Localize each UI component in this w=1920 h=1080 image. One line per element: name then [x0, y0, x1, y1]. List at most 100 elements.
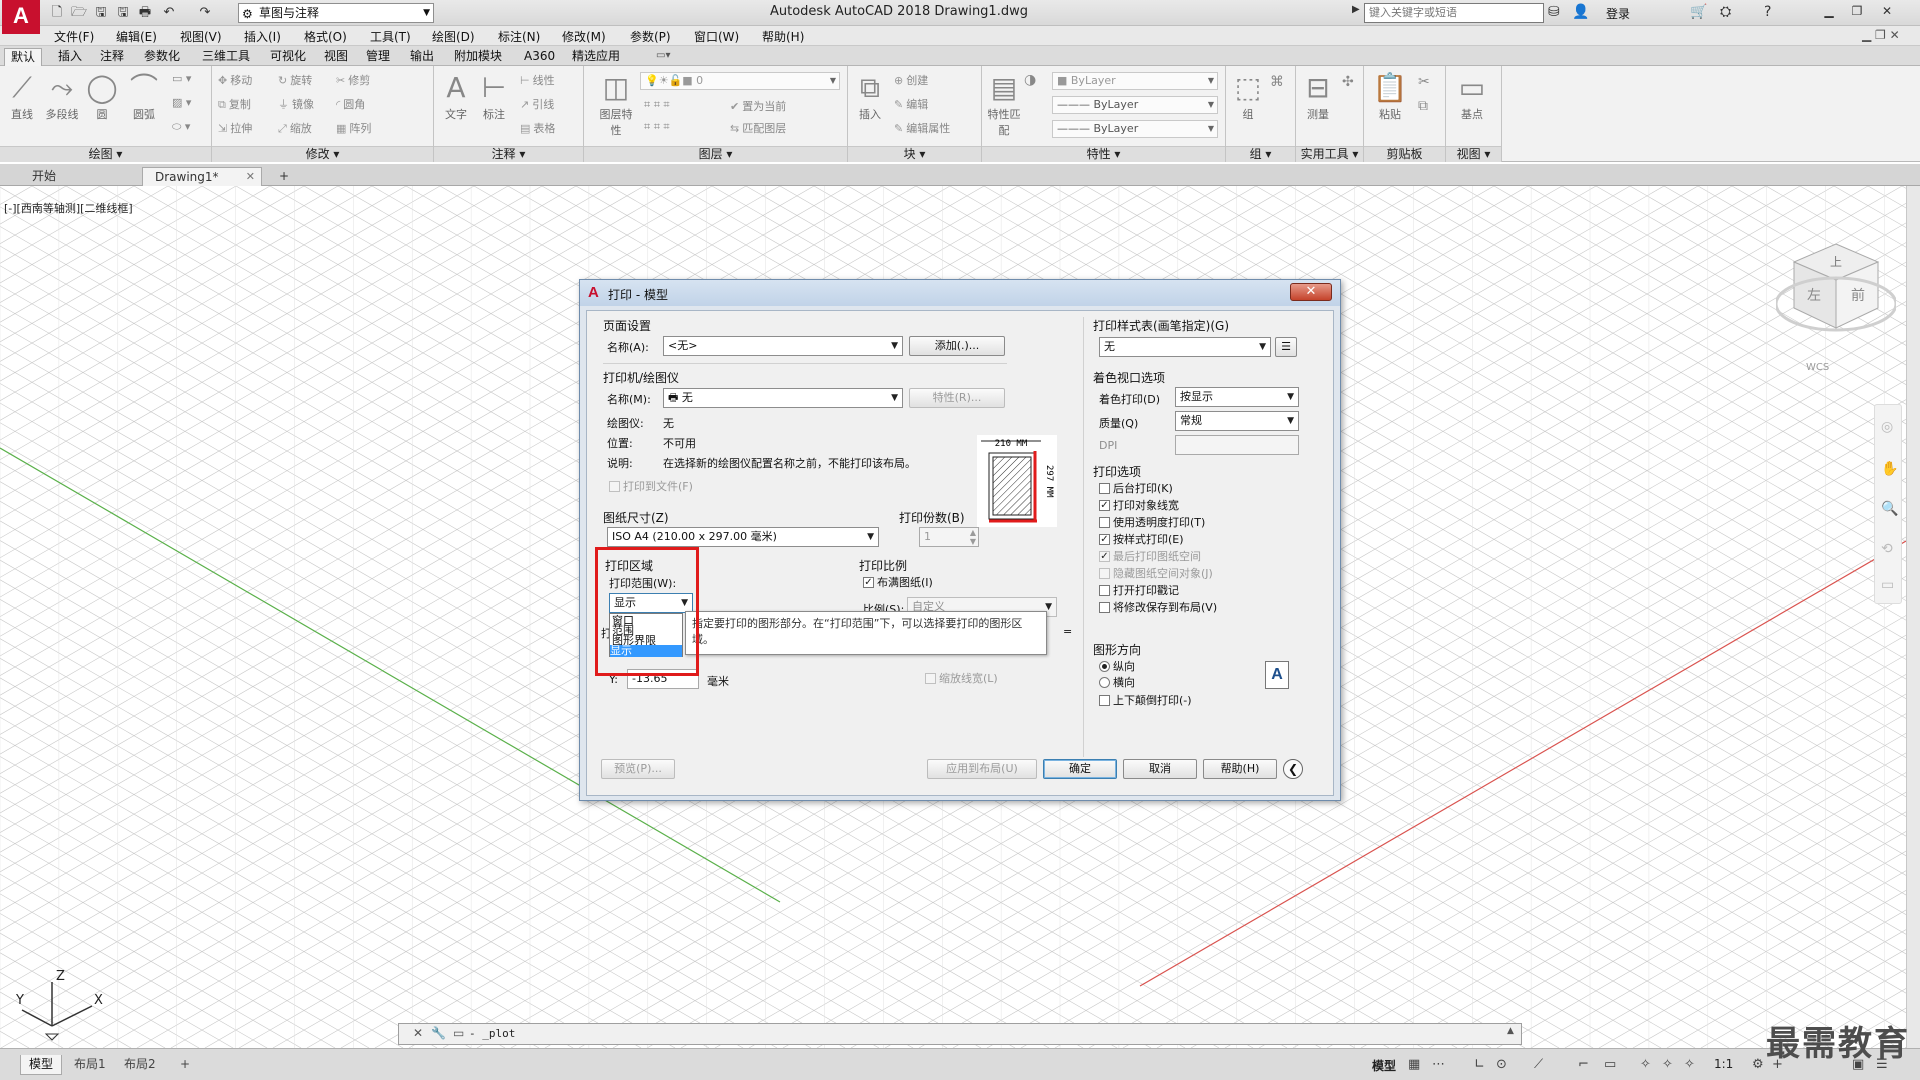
- menu-help[interactable]: 帮助(H): [762, 28, 804, 45]
- polar-icon[interactable]: ⊙: [1496, 1057, 1507, 1072]
- dpi-input[interactable]: [1175, 435, 1299, 455]
- match-properties-tool[interactable]: ▤ 特性匹配: [986, 70, 1022, 138]
- tab-default[interactable]: 默认: [4, 48, 43, 66]
- tab-addins[interactable]: 附加模块: [448, 48, 508, 66]
- copies-input[interactable]: 1 ▲ ▼: [919, 527, 979, 547]
- pan-icon[interactable]: ✋: [1881, 461, 1898, 477]
- new-tab-button[interactable]: +: [272, 167, 298, 186]
- table-tool[interactable]: ▤ 表格: [520, 120, 555, 136]
- menu-file[interactable]: 文件(F): [54, 28, 94, 45]
- tab-layout1[interactable]: 布局1: [66, 1055, 114, 1075]
- search-input[interactable]: 键入关键字或短语: [1364, 3, 1544, 23]
- osnap-icon[interactable]: ⌐: [1578, 1057, 1589, 1072]
- make-current-tool[interactable]: ✔ 置为当前: [730, 98, 786, 114]
- plot-option-checkbox[interactable]: 使用透明度打印(T): [1099, 517, 1205, 529]
- close-icon[interactable]: ✕: [1876, 2, 1898, 20]
- model-space-toggle[interactable]: 模型: [1372, 1057, 1396, 1074]
- group-tool[interactable]: ⬚ 组: [1230, 70, 1266, 122]
- new-file-icon[interactable]: 🗋: [48, 4, 66, 22]
- mirror-tool[interactable]: ⏚ 镜像: [278, 96, 314, 112]
- color-dropdown[interactable]: ■ ByLayer ▼: [1052, 72, 1218, 90]
- viewcube-front-label[interactable]: 前: [1851, 287, 1865, 304]
- showmotion-icon[interactable]: ▭: [1881, 577, 1894, 593]
- otrack-icon[interactable]: ▭: [1604, 1057, 1616, 1072]
- plot-option-checkbox[interactable]: ✓ 打印对象线宽: [1099, 500, 1179, 512]
- panel-title-block[interactable]: 块 ▾: [848, 146, 981, 162]
- paper-size-dropdown[interactable]: ISO A4 (210.00 x 297.00 毫米) ▼: [607, 527, 879, 547]
- edit-block-tool[interactable]: ✎ 编辑: [894, 96, 928, 112]
- upside-down-checkbox[interactable]: 上下颠倒打印(-): [1099, 695, 1192, 707]
- copy-clip-icon[interactable]: ⧉: [1418, 98, 1428, 114]
- plot-option-checkbox[interactable]: ✓ 按样式打印(E): [1099, 534, 1184, 546]
- ribbon-toggle-icon[interactable]: ▭▾: [650, 48, 676, 66]
- landscape-radio[interactable]: 横向: [1099, 677, 1135, 689]
- menu-format[interactable]: 格式(O): [304, 28, 347, 45]
- create-block-tool[interactable]: ⊕ 创建: [894, 72, 928, 88]
- help-button[interactable]: 帮助(H): [1203, 759, 1277, 779]
- spinner-icon[interactable]: ▲ ▼: [970, 528, 976, 546]
- plot-option-checkbox[interactable]: 后台打印(K): [1099, 483, 1173, 495]
- tab-layout2[interactable]: 布局2: [116, 1055, 164, 1075]
- panel-title-clipboard[interactable]: 剪贴板: [1364, 146, 1445, 162]
- lineweight-icon[interactable]: ✧: [1640, 1057, 1651, 1072]
- tab-output[interactable]: 输出: [404, 48, 440, 66]
- user-icon[interactable]: 👤: [1572, 4, 1589, 20]
- panel-title-properties[interactable]: 特性 ▾: [982, 146, 1225, 162]
- cut-icon[interactable]: ✂: [1418, 74, 1430, 90]
- tab-manage[interactable]: 管理: [360, 48, 396, 66]
- plot-style-table-dropdown[interactable]: 无 ▼: [1099, 337, 1271, 357]
- tab-view[interactable]: 视图: [318, 48, 354, 66]
- shade-plot-dropdown[interactable]: 按显示 ▼: [1175, 387, 1299, 407]
- panel-title-modify[interactable]: 修改 ▾: [212, 146, 433, 162]
- ortho-icon[interactable]: ∟: [1474, 1057, 1485, 1072]
- caret-right-icon[interactable]: ▶: [1352, 4, 1360, 15]
- open-folder-icon[interactable]: 🗁: [70, 4, 88, 22]
- zoom-icon[interactable]: 🔍: [1881, 501, 1898, 517]
- menu-window[interactable]: 窗口(W): [694, 28, 739, 45]
- snap-icon[interactable]: ⋯: [1432, 1057, 1445, 1072]
- panel-title-view[interactable]: 视图 ▾: [1446, 146, 1501, 162]
- cart-icon[interactable]: 🛒: [1690, 4, 1707, 20]
- application-menu-button[interactable]: A: [2, 0, 40, 34]
- edit-attributes-tool[interactable]: ✎ 编辑属性: [894, 120, 950, 136]
- tab-model[interactable]: 模型: [20, 1055, 63, 1075]
- steering-wheel-icon[interactable]: ◎: [1881, 419, 1893, 435]
- cancel-button[interactable]: 取消: [1123, 759, 1197, 779]
- save-icon[interactable]: 🖫: [92, 4, 110, 22]
- rectangle-icon[interactable]: ▭ ▾: [172, 72, 191, 85]
- layer-tools-icon[interactable]: ⌗ ⌗ ⌗: [644, 98, 670, 112]
- help-icon[interactable]: ?: [1764, 4, 1771, 20]
- close-icon[interactable]: ✕: [413, 1026, 423, 1040]
- scale-tool[interactable]: ⤢ 缩放: [278, 120, 312, 136]
- group-tools-icon[interactable]: ⌘: [1270, 74, 1284, 90]
- viewport-controls[interactable]: [-][西南等轴测][二维线框]: [4, 200, 133, 216]
- printer-name-dropdown[interactable]: 🖶 无 ▼: [663, 388, 903, 408]
- panel-title-utilities[interactable]: 实用工具 ▾: [1296, 146, 1363, 162]
- wrench-icon[interactable]: 🔧: [431, 1026, 446, 1040]
- viewcube[interactable]: 上 左 前: [1774, 236, 1898, 346]
- isodraft-icon[interactable]: ⟋: [1534, 1057, 1543, 1072]
- arc-tool[interactable]: ⌒ 圆弧: [126, 70, 162, 122]
- ok-button[interactable]: 确定: [1043, 759, 1117, 779]
- menu-modify[interactable]: 修改(M): [562, 28, 606, 45]
- portrait-radio[interactable]: 纵向: [1099, 661, 1135, 673]
- plot-option-checkbox[interactable]: 打开打印戳记: [1099, 585, 1179, 597]
- menu-view[interactable]: 视图(V): [180, 28, 222, 45]
- line-tool[interactable]: ⟋ 直线: [4, 70, 40, 122]
- fillet-tool[interactable]: ◜ 圆角: [336, 96, 365, 112]
- collapse-options-icon[interactable]: ❮: [1283, 759, 1303, 779]
- binoculars-icon[interactable]: ⛁: [1548, 4, 1560, 20]
- doc-minimize-icon[interactable]: ▁ ❐ ✕: [1862, 28, 1900, 42]
- plot-option-checkbox[interactable]: ✓ 最后打印图纸空间: [1099, 551, 1201, 563]
- base-point-tool[interactable]: ▭ 基点: [1454, 70, 1490, 122]
- tab-annotate[interactable]: 注释: [94, 48, 130, 66]
- ellipse-icon[interactable]: ⬭ ▾: [172, 120, 190, 134]
- apply-to-layout-button[interactable]: 应用到布局(U): [927, 759, 1037, 779]
- workspace-dropdown[interactable]: ⚙ 草图与注释 ▼: [238, 3, 434, 23]
- settings-icon[interactable]: ⚙: [1752, 1057, 1764, 1072]
- tab-a360[interactable]: A360: [518, 48, 561, 66]
- caret-up-icon[interactable]: ▲: [1507, 1026, 1514, 1036]
- menu-edit[interactable]: 编辑(E): [116, 28, 157, 45]
- insert-block-tool[interactable]: ⧉ 插入: [852, 70, 888, 122]
- linetype-dropdown[interactable]: ——— ByLayer ▼: [1052, 120, 1218, 138]
